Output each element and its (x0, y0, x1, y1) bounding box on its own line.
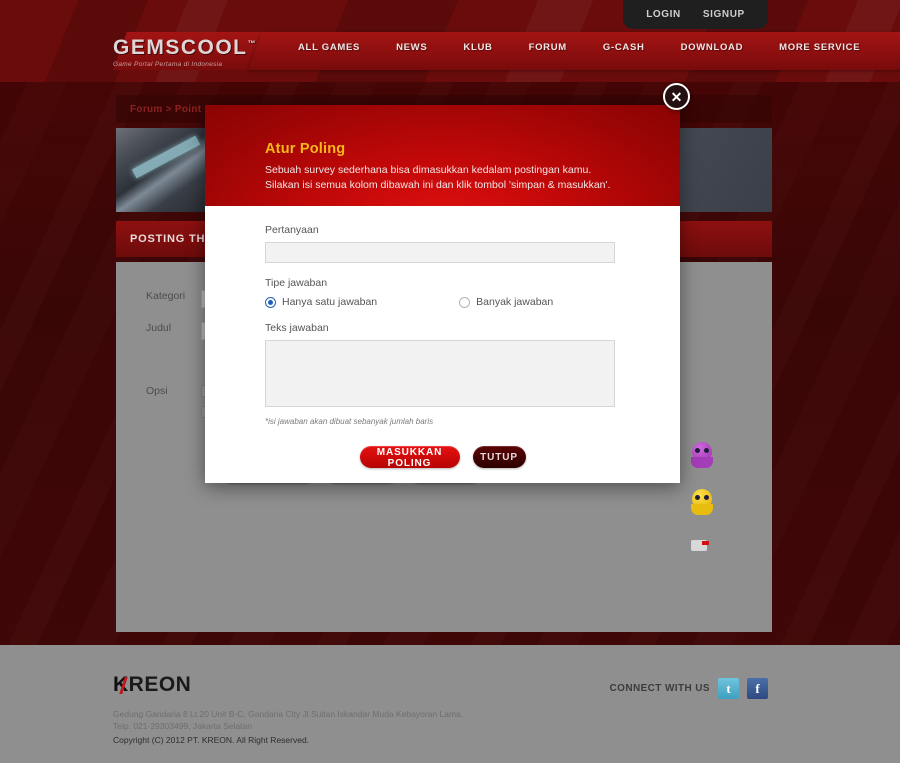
label-pertanyaan: Pertanyaan (265, 224, 319, 236)
nav-item-download[interactable]: DOWNLOAD (663, 42, 762, 53)
label-judul: Judul (146, 322, 172, 334)
emoticon-flag-icon[interactable] (691, 540, 709, 552)
hint-text: *isi jawaban akan dibuat sebanyak jumlah… (265, 417, 434, 426)
radio-label: Hanya satu jawaban (282, 296, 378, 308)
nav-item-klub[interactable]: KLUB (445, 42, 510, 53)
emoticon-yellow-icon[interactable] (691, 489, 713, 515)
label-kategori: Kategori (146, 290, 186, 302)
trademark-icon: ™ (247, 39, 258, 48)
tipe-jawaban-radio-group: Hanya satu jawaban Banyak jawaban (265, 296, 620, 308)
label-teks-jawaban: Teks jawaban (265, 322, 329, 334)
logo-tagline: Game Portal Pertama di Indonesia (113, 61, 223, 68)
masukkan-poling-button[interactable]: MASUKKAN POLING (359, 446, 460, 469)
pertanyaan-input[interactable] (265, 242, 615, 263)
nav-item-more-service[interactable]: MORE SERVICE (761, 42, 878, 53)
radio-label: Banyak jawaban (476, 296, 554, 308)
radio-hanya-satu-jawaban[interactable]: Hanya satu jawaban (265, 296, 377, 308)
nav-item-g-cash[interactable]: G-CASH (585, 42, 663, 53)
gemscool-logo[interactable]: GEMSCOOL™ Game Portal Pertama di Indones… (113, 36, 257, 68)
modal-body: Pertanyaan Tipe jawaban Hanya satu jawab… (205, 206, 680, 469)
radio-icon[interactable] (459, 296, 471, 308)
connect-label: CONNECT WITH US (609, 683, 710, 694)
kreon-slash-icon (119, 677, 128, 694)
kreon-logo-k: K (113, 673, 129, 696)
nav-item-forum[interactable]: FORUM (511, 42, 585, 53)
modal-title: Atur Poling (265, 141, 346, 157)
kreon-logo: K REON (113, 673, 191, 697)
banner-artwork (116, 128, 216, 212)
tutup-button[interactable]: TUTUP (472, 446, 526, 468)
modal-subtitle-line1: Sebuah survey sederhana bisa dimasukkan … (265, 164, 592, 176)
kreon-logo-rest: REON (128, 673, 192, 696)
site-header: LOGIN SIGNUP GEMSCOOL™ Game Portal Perta… (0, 0, 900, 82)
close-icon[interactable]: ✕ (663, 83, 690, 110)
modal-subtitle-line2: Silakan isi semua kolom dibawah ini dan … (265, 179, 611, 191)
main-navigation: ALL GAMES NEWS KLUB FORUM G-CASH DOWNLOA… (280, 42, 878, 53)
signup-link[interactable]: SIGNUP (703, 9, 745, 20)
radio-icon-selected[interactable] (265, 296, 276, 308)
emoticon-purple-icon[interactable] (691, 442, 713, 468)
twitter-icon[interactable]: t (718, 678, 739, 699)
nav-item-news[interactable]: NEWS (378, 42, 445, 53)
login-link[interactable]: LOGIN (646, 9, 681, 20)
atur-poling-modal: ✕ Atur Poling Sebuah survey sederhana bi… (205, 83, 690, 483)
teks-jawaban-textarea[interactable] (265, 340, 615, 407)
modal-action-buttons: MASUKKAN POLING TUTUP (265, 446, 620, 469)
label-tipe-jawaban: Tipe jawaban (265, 277, 328, 289)
footer-copyright: Copyright (C) 2012 PT. KREON. All Right … (113, 735, 310, 745)
connect-with-us: CONNECT WITH US t f (610, 678, 768, 699)
breadcrumb-text[interactable]: Forum > Point B (130, 104, 212, 115)
nav-item-all-games[interactable]: ALL GAMES (280, 42, 378, 53)
label-opsi: Opsi (146, 385, 168, 397)
site-footer: K REON Gedung Gandaria 8 Lt.20 Unit B-C, … (0, 645, 900, 763)
logo-text: GEMSCOOL (113, 36, 248, 59)
footer-address-line2: Telp. 021-29303499, Jakarta Selatan (113, 721, 252, 731)
footer-address-line1: Gedung Gandaria 8 Lt.20 Unit B-C, Gandar… (113, 709, 464, 719)
radio-banyak-jawaban[interactable]: Banyak jawaban (459, 296, 553, 308)
facebook-icon[interactable]: f (747, 678, 768, 699)
auth-bar: LOGIN SIGNUP (623, 0, 768, 29)
modal-header: Atur Poling Sebuah survey sederhana bisa… (205, 105, 680, 206)
